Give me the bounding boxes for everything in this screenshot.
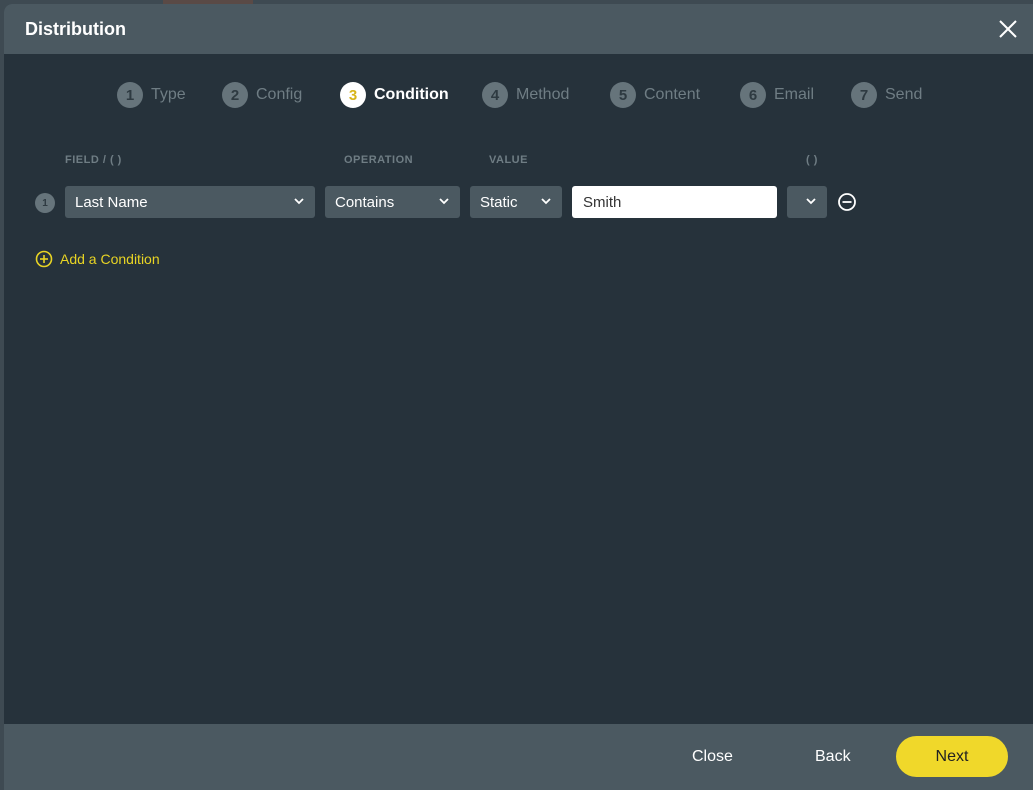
distribution-dialog: Distribution 1 Type 2 Config 3 Condition… bbox=[4, 4, 1033, 790]
step-type[interactable]: 1 Type bbox=[117, 82, 186, 108]
value-input[interactable] bbox=[572, 186, 777, 218]
step-label: Method bbox=[516, 86, 570, 103]
dialog-header: Distribution bbox=[4, 4, 1033, 54]
column-header-operation: OPERATION bbox=[344, 154, 414, 166]
back-button[interactable]: Back bbox=[815, 748, 851, 766]
operation-select[interactable]: Contains bbox=[325, 186, 460, 218]
step-condition[interactable]: 3 Condition bbox=[340, 82, 449, 108]
next-button[interactable]: Next bbox=[896, 736, 1008, 777]
plus-circle-icon bbox=[35, 250, 53, 268]
step-number: 2 bbox=[222, 82, 248, 108]
step-label: Content bbox=[644, 86, 701, 103]
remove-condition-icon[interactable] bbox=[837, 192, 857, 212]
step-config[interactable]: 2 Config bbox=[222, 82, 302, 108]
step-email[interactable]: 6 Email bbox=[740, 82, 814, 108]
operation-select-value: Contains bbox=[335, 193, 395, 211]
field-select[interactable]: Last Name bbox=[65, 186, 315, 218]
value-type-select[interactable]: Static bbox=[470, 186, 562, 218]
step-number: 6 bbox=[740, 82, 766, 108]
dialog-title: Distribution bbox=[25, 19, 126, 39]
step-method[interactable]: 4 Method bbox=[482, 82, 569, 108]
step-label: Config bbox=[256, 86, 303, 103]
step-label: Type bbox=[151, 86, 186, 103]
chevron-down-icon bbox=[541, 198, 551, 205]
paren-select[interactable] bbox=[787, 186, 827, 218]
value-type-select-value: Static bbox=[480, 193, 518, 211]
column-header-value: VALUE bbox=[489, 154, 528, 166]
chevron-down-icon bbox=[294, 198, 304, 205]
step-label: Email bbox=[774, 86, 815, 103]
dialog-footer: Close Back Next bbox=[4, 724, 1033, 790]
step-label: Condition bbox=[374, 86, 449, 103]
step-number: 3 bbox=[340, 82, 366, 108]
step-send[interactable]: 7 Send bbox=[851, 82, 922, 108]
field-select-value: Last Name bbox=[75, 193, 148, 211]
close-x-icon[interactable] bbox=[997, 18, 1019, 40]
step-label: Send bbox=[885, 86, 923, 103]
step-number: 4 bbox=[482, 82, 508, 108]
step-content[interactable]: 5 Content bbox=[610, 82, 700, 108]
condition-index: 1 bbox=[35, 193, 55, 213]
close-button[interactable]: Close bbox=[692, 748, 733, 766]
step-number: 5 bbox=[610, 82, 636, 108]
column-header-field: FIELD / ( ) bbox=[65, 154, 122, 166]
chevron-down-icon bbox=[806, 198, 816, 205]
wizard-stepper: 1 Type 2 Config 3 Condition 4 Method 5 C… bbox=[4, 82, 1033, 112]
step-number: 7 bbox=[851, 82, 877, 108]
add-condition-label: Add a Condition bbox=[60, 251, 160, 267]
chevron-down-icon bbox=[439, 198, 449, 205]
add-condition-button[interactable]: Add a Condition bbox=[35, 250, 160, 268]
step-number: 1 bbox=[117, 82, 143, 108]
column-header-paren: ( ) bbox=[806, 154, 818, 166]
